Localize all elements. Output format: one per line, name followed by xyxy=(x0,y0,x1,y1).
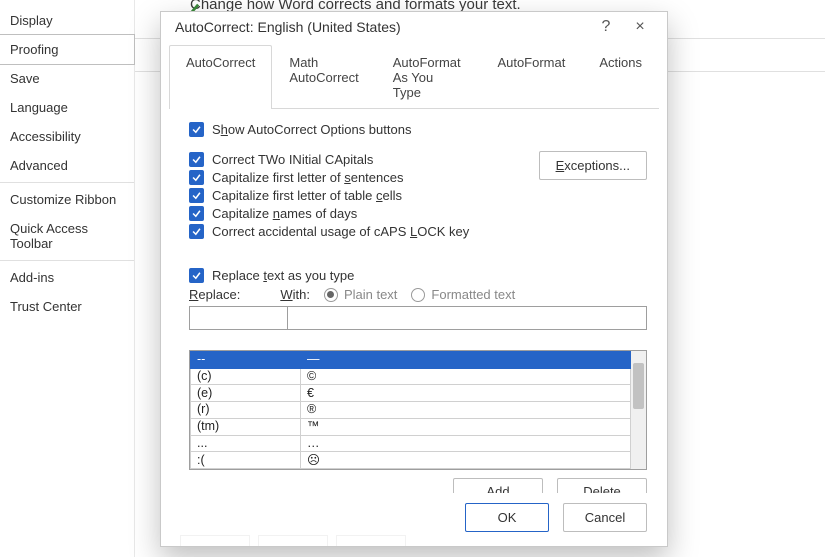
label-replace-as-you-type: Replace text as you type xyxy=(212,268,354,283)
exceptions-button[interactable]: Exceptions... xyxy=(539,151,647,180)
sidebar-item-quick-access-toolbar[interactable]: Quick Access Toolbar xyxy=(0,214,134,258)
cancel-button[interactable]: Cancel xyxy=(563,503,647,532)
table-row[interactable]: ...… xyxy=(191,435,631,452)
scrollbar-thumb[interactable] xyxy=(633,363,644,409)
sidebar-separator xyxy=(0,182,134,183)
dialog-tabstrip: AutoCorrect Math AutoCorrect AutoFormat … xyxy=(169,44,659,109)
table-row[interactable]: (c)© xyxy=(191,368,631,385)
checkbox-first-letter-cell[interactable] xyxy=(189,188,204,203)
dialog-body: Show AutoCorrect Options buttons Correct… xyxy=(161,109,667,493)
close-button[interactable]: × xyxy=(623,18,657,36)
checkbox-first-letter-sentence[interactable] xyxy=(189,170,204,185)
replace-input[interactable] xyxy=(189,306,287,330)
tab-actions[interactable]: Actions xyxy=(582,45,659,109)
tab-autocorrect[interactable]: AutoCorrect xyxy=(169,45,272,109)
tab-autoformat-as-you-type[interactable]: AutoFormat As You Type xyxy=(376,45,481,109)
options-sidebar: Display Proofing Save Language Accessibi… xyxy=(0,0,135,557)
autocorrect-table: --— (c)© (e)€ (r)® (tm)™ ...… :(☹ xyxy=(189,350,647,470)
sidebar-item-trust-center[interactable]: Trust Center xyxy=(0,292,134,321)
sidebar-item-customize-ribbon[interactable]: Customize Ribbon xyxy=(0,185,134,214)
sidebar-item-advanced[interactable]: Advanced xyxy=(0,151,134,180)
table-scrollbar[interactable] xyxy=(631,351,646,469)
table-row[interactable]: --— xyxy=(191,352,631,369)
sidebar-item-save[interactable]: Save xyxy=(0,64,134,93)
table-row[interactable]: (tm)™ xyxy=(191,418,631,435)
dialog-title: AutoCorrect: English (United States) xyxy=(175,19,589,35)
dialog-titlebar: AutoCorrect: English (United States) ? × xyxy=(161,12,667,42)
tab-math-autocorrect[interactable]: Math AutoCorrect xyxy=(272,45,375,109)
label-show-options: Show AutoCorrect Options buttons xyxy=(212,122,411,137)
delete-button[interactable]: Delete xyxy=(557,478,647,493)
label-first-letter-sentence: Capitalize first letter of sentences xyxy=(212,170,403,185)
sidebar-item-accessibility[interactable]: Accessibility xyxy=(0,122,134,151)
label-replace: Replace: xyxy=(189,287,240,302)
label-two-initial-caps: Correct TWo INitial CApitals xyxy=(212,152,373,167)
autocorrect-dialog: AutoCorrect: English (United States) ? ×… xyxy=(160,11,668,547)
with-input[interactable] xyxy=(287,306,647,330)
radio-formatted-text[interactable]: Formatted text xyxy=(411,287,515,302)
label-names-of-days: Capitalize names of days xyxy=(212,206,357,221)
background-shadow-controls xyxy=(180,535,600,551)
checkbox-replace-as-you-type[interactable] xyxy=(189,268,204,283)
tab-autoformat[interactable]: AutoFormat xyxy=(480,45,582,109)
checkbox-show-options[interactable] xyxy=(189,122,204,137)
sidebar-item-proofing[interactable]: Proofing xyxy=(0,34,135,65)
sidebar-item-language[interactable]: Language xyxy=(0,93,134,122)
sidebar-separator xyxy=(0,260,134,261)
radio-icon xyxy=(324,288,338,302)
sidebar-item-add-ins[interactable]: Add-ins xyxy=(0,263,134,292)
help-button[interactable]: ? xyxy=(589,18,623,36)
label-first-letter-cell: Capitalize first letter of table cells xyxy=(212,188,402,203)
table-row[interactable]: (r)® xyxy=(191,402,631,419)
radio-plain-text[interactable]: Plain text xyxy=(324,287,397,302)
sidebar-item-display[interactable]: Display xyxy=(0,6,134,35)
checkbox-two-initial-caps[interactable] xyxy=(189,152,204,167)
label-with: With: xyxy=(280,287,310,302)
ok-button[interactable]: OK xyxy=(465,503,549,532)
radio-icon xyxy=(411,288,425,302)
checkbox-names-of-days[interactable] xyxy=(189,206,204,221)
checkbox-caps-lock[interactable] xyxy=(189,224,204,239)
label-caps-lock: Correct accidental usage of cAPS LOCK ke… xyxy=(212,224,469,239)
add-button[interactable]: Add xyxy=(453,478,543,493)
table-row[interactable]: :(☹ xyxy=(191,452,631,469)
table-row[interactable]: (e)€ xyxy=(191,385,631,402)
